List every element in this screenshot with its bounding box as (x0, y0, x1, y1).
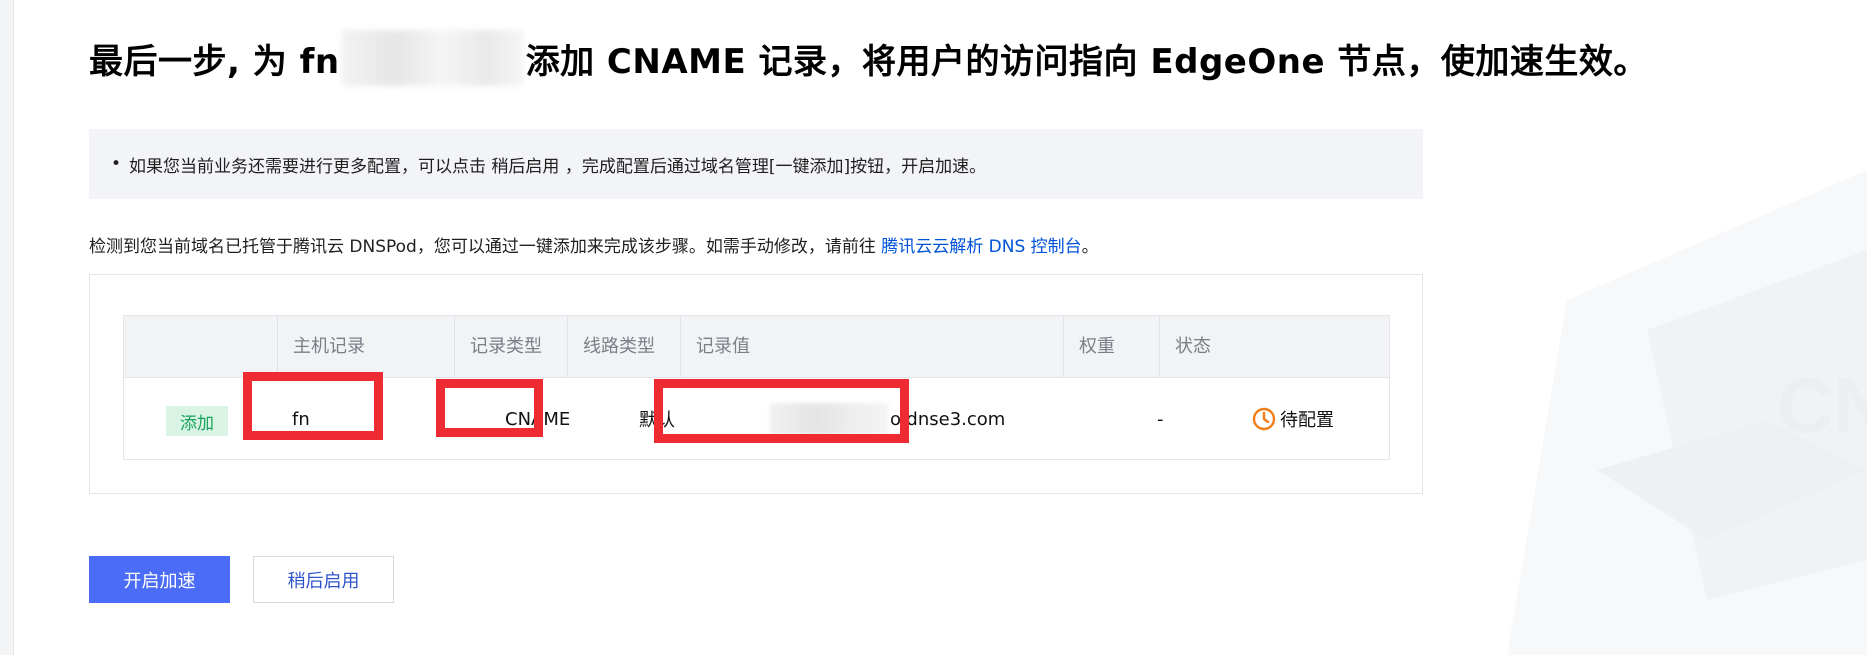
record-table: 主机记录 记录类型 线路类型 记录值 权重 状态 添加 fn CNAME 默认 … (123, 315, 1390, 460)
highlight-host (243, 372, 383, 440)
title-prefix: 最后一步, 为 fn (89, 41, 340, 82)
dnspod-detect-text: 检测到您当前域名已托管于腾讯云 DNSPod，您可以通过一键添加来完成该步骤。如… (89, 232, 1099, 257)
decoration-graphic: CNA (1507, 170, 1867, 655)
header-status: 状态 (1159, 316, 1389, 378)
table-row: 添加 fn CNAME 默认 o.dnse3.com - 待配置 (124, 372, 1389, 460)
highlight-value (654, 379, 909, 443)
weight-value: - (1157, 408, 1164, 430)
header-host: 主机记录 (277, 316, 454, 378)
detect-end: 。 (1081, 237, 1099, 257)
add-badge: 添加 (166, 406, 228, 436)
title-suffix: 添加 CNAME 记录，将用户的访问指向 EdgeOne 节点，使加速生效。 (525, 41, 1648, 82)
header-value: 记录值 (680, 316, 1063, 378)
header-type: 记录类型 (454, 316, 567, 378)
clock-icon (1252, 407, 1276, 431)
enable-later-button[interactable]: 稍后启用 (253, 556, 394, 603)
background-decoration: CNA (1447, 0, 1867, 655)
detect-text: 检测到您当前域名已托管于腾讯云 DNSPod，您可以通过一键添加来完成该步骤。如… (89, 237, 882, 257)
header-weight: 权重 (1063, 316, 1159, 378)
tip-notice: • 如果您当前业务还需要进行更多配置，可以点击 稍后启用 ，完成配置后通过域名管… (89, 129, 1423, 199)
left-panel-edge (0, 0, 14, 655)
tip-bullet: • (111, 154, 122, 174)
tip-text: 如果您当前业务还需要进行更多配置，可以点击 稍后启用 ，完成配置后通过域名管理[… (129, 156, 987, 177)
page: CNA 最后一步, 为 fn 添加 CNAME 记录，将用户的访问指向 Edge… (0, 0, 1867, 655)
redacted-domain (341, 30, 524, 86)
status-text: 待配置 (1280, 410, 1334, 431)
status-cell: 待配置 (1252, 378, 1334, 460)
dns-console-link[interactable]: 腾讯云云解析 DNS 控制台 (881, 237, 1081, 257)
header-action-col (124, 316, 277, 378)
page-title: 最后一步, 为 fn 添加 CNAME 记录，将用户的访问指向 EdgeOne … (89, 30, 1648, 86)
record-card: 主机记录 记录类型 线路类型 记录值 权重 状态 添加 fn CNAME 默认 … (89, 274, 1423, 494)
enable-acceleration-button[interactable]: 开启加速 (89, 556, 230, 603)
cname-watermark: CNA (1777, 361, 1867, 449)
header-line: 线路类型 (567, 316, 680, 378)
highlight-type (436, 379, 543, 437)
table-header: 主机记录 记录类型 线路类型 记录值 权重 状态 (124, 316, 1389, 378)
